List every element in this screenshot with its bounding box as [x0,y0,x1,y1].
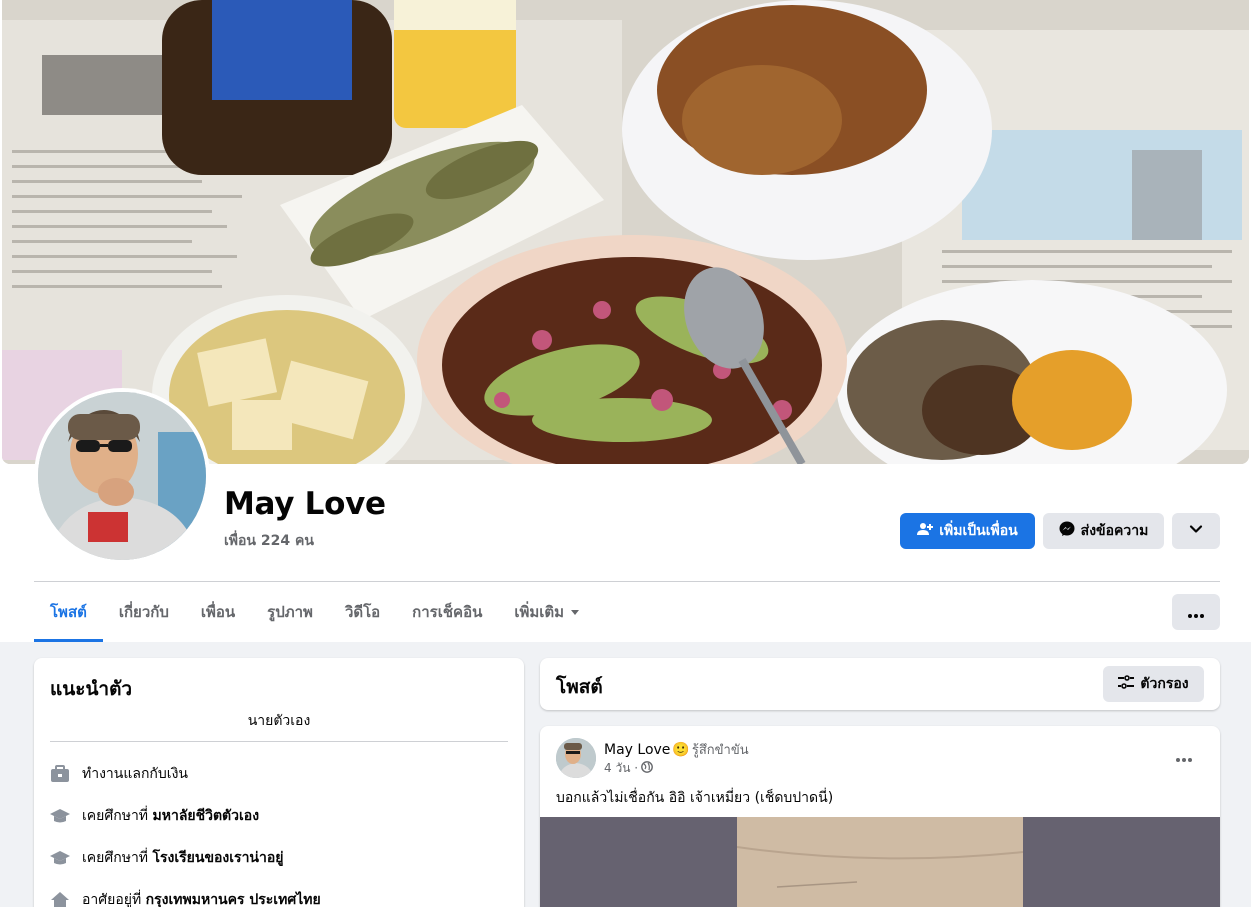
add-friend-icon [917,521,934,541]
intro-item-education-1: เคยศึกษาที่ มหาลัยชีวิตตัวเอง [50,805,259,827]
graduation-cap-icon [50,848,70,868]
intro-bio: นายตัวเอง [247,713,311,729]
tab-label: โพสต์ [50,603,87,621]
post-author-avatar[interactable] [556,738,596,778]
intro-item-text: เคยศึกษาที่ [82,808,153,824]
intro-item-work: ทำงานแลกกับเงิน [50,763,188,785]
intro-title: แนะนำตัว [50,678,133,700]
post-author-line: May Love 🙂 รู้สึกขำขัน [604,739,749,760]
ellipsis-icon [1176,747,1192,766]
tab-label: เพื่อน [200,603,236,621]
post-author-name[interactable]: May Love [604,742,670,758]
posts-title: โพสต์ [556,676,603,698]
messenger-icon [1059,521,1075,541]
profile-avatar[interactable] [34,388,210,564]
intro-item-text: อาศัยอยู่ที่ [82,892,146,907]
tab-label: เกี่ยวกับ [118,603,169,621]
intro-item-text: เคยศึกษาที่ [82,850,153,866]
post-text: บอกแล้วไม่เชื่อกัน อิอิ เจ้าเหมี่ยว (เช็… [556,790,834,806]
post-options-button[interactable] [1166,744,1202,768]
tab-label: วิดีโอ [344,603,381,621]
filter-label: ตัวกรอง [1140,676,1189,692]
ellipsis-icon [1188,603,1204,622]
post-feeling: รู้สึกขำขัน [691,743,749,758]
smile-emoji-icon: 🙂 [672,741,690,758]
post-photo-image [736,817,1024,907]
intro-item-link[interactable]: มหาลัยชีวิตตัวเอง [153,808,260,824]
post-card: May Love 🙂 รู้สึกขำขัน 4 วัน · บอกแล้วไม… [540,726,1220,907]
tab-checkins[interactable]: การเช็คอิน [396,582,498,642]
post-meta: 4 วัน · [604,759,653,778]
tab-videos[interactable]: วิดีโอ [329,582,396,642]
chevron-down-icon [1189,522,1203,540]
add-friend-button[interactable]: เพิ่มเป็นเพื่อน [900,513,1035,549]
caret-down-icon [570,603,580,621]
more-actions-button[interactable] [1172,513,1220,549]
tabs-more-button[interactable] [1172,594,1220,630]
friend-count[interactable]: เพื่อน 224 คน [224,530,314,552]
briefcase-icon [50,764,70,784]
home-icon [50,890,70,907]
globe-icon [641,761,653,776]
message-button[interactable]: ส่งข้อความ [1043,513,1164,549]
tab-photos[interactable]: รูปภาพ [251,582,329,642]
tab-label: เพิ่มเติม [514,603,565,621]
graduation-cap-icon [50,806,70,826]
intro-item-link[interactable]: โรงเรียนของเราน่าอยู่ [153,850,284,866]
intro-item-location: อาศัยอยู่ที่ กรุงเทพมหานคร ประเทศไทย [50,889,321,907]
profile-header: May Love เพื่อน 224 คน เพิ่มเป็นเพื่อน ส… [0,0,1251,642]
add-friend-label: เพิ่มเป็นเพื่อน [939,523,1018,539]
profile-name: May Love [224,486,386,522]
intro-item-education-2: เคยศึกษาที่ โรงเรียนของเราน่าอยู่ [50,847,283,869]
tab-label: การเช็คอิน [412,603,483,621]
filter-icon [1118,675,1135,693]
tab-posts[interactable]: โพสต์ [34,582,103,642]
message-label: ส่งข้อความ [1080,523,1149,539]
filter-button[interactable]: ตัวกรอง [1103,666,1204,702]
intro-item-link[interactable]: กรุงเทพมหานคร ประเทศไทย [146,892,321,907]
tab-more[interactable]: เพิ่มเติม [498,582,596,642]
post-photo[interactable] [540,817,1220,907]
posts-header: โพสต์ ตัวกรอง [540,658,1220,710]
post-time[interactable]: 4 วัน · [604,759,638,778]
tab-about[interactable]: เกี่ยวกับ [103,582,185,642]
intro-divider [50,741,508,742]
profile-tabs: โพสต์ เกี่ยวกับ เพื่อน รูปภาพ วิดีโอ การ… [34,582,596,642]
tab-label: รูปภาพ [267,603,313,621]
cover-photo[interactable] [2,0,1249,464]
intro-card: แนะนำตัว นายตัวเอง ทำงานแลกกับเงิน เคยศึ… [34,658,524,907]
tab-friends[interactable]: เพื่อน [185,582,251,642]
intro-item-text: ทำงานแลกกับเงิน [82,766,188,782]
